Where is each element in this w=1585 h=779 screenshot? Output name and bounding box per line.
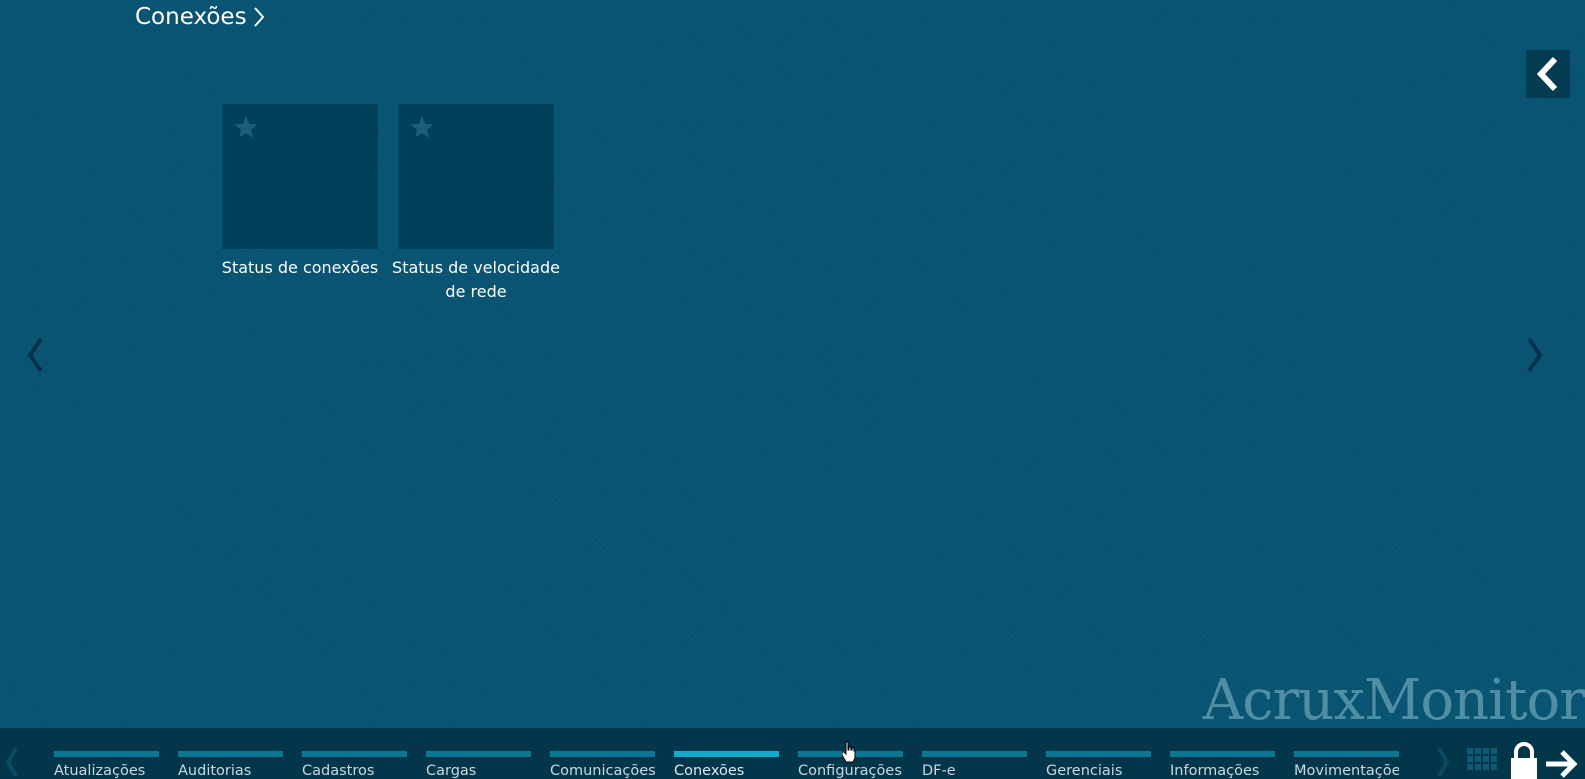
tab-gerenciais[interactable]: Gerenciais — [1046, 751, 1151, 779]
tab-indicator — [922, 751, 1027, 757]
tab-label: DF-e — [922, 763, 956, 779]
tab-indicator — [54, 751, 159, 757]
tab-label: Gerenciais — [1046, 763, 1123, 779]
tile-label: Status de conexões — [221, 258, 379, 277]
tab-cadastros[interactable]: Cadastros — [302, 751, 407, 779]
tab-label: Cargas — [426, 763, 477, 779]
tab-indicator — [302, 751, 407, 757]
tab-indicator — [1046, 751, 1151, 757]
collapse-panel-button[interactable] — [1526, 50, 1570, 98]
tab-informacoes[interactable]: Informações — [1170, 751, 1275, 779]
tab-df-e[interactable]: DF-e — [922, 751, 1027, 779]
tab-label: Informações — [1170, 763, 1260, 779]
tab-indicator — [550, 751, 655, 757]
tab-indicator — [1170, 751, 1275, 757]
arrow-right-icon[interactable] — [1544, 750, 1578, 778]
tab-indicator — [798, 751, 903, 757]
tab-atualizacoes[interactable]: Atualizações — [54, 751, 159, 779]
tabs-scroll-left-icon[interactable] — [4, 742, 20, 779]
prev-page-icon[interactable] — [24, 335, 46, 375]
tab-conexoes[interactable]: Conexões — [674, 751, 779, 779]
lock-icon[interactable] — [1510, 742, 1538, 779]
tab-label: Comunicações — [550, 763, 655, 779]
star-icon[interactable] — [409, 114, 435, 140]
bottom-nav-bar: Atualizações Auditorias Cadastros Cargas… — [0, 728, 1585, 779]
app-logo: AcruxMonitor — [1202, 668, 1585, 733]
tile-box[interactable] — [222, 104, 378, 249]
chevron-right-icon — [253, 7, 264, 27]
tab-indicator — [178, 751, 283, 757]
page-title-text: Conexões — [135, 4, 247, 30]
tile-status-velocidade-rede[interactable]: Status de velocidade de rede — [392, 104, 560, 304]
tab-indicator — [1294, 751, 1399, 757]
tab-comunicacoes[interactable]: Comunicações — [550, 751, 655, 779]
grid-icon[interactable] — [1467, 748, 1499, 776]
tab-label: Configurações — [798, 763, 902, 779]
tab-label: Atualizações — [54, 763, 146, 779]
tab-label: Auditorias — [178, 763, 252, 779]
chevron-left-icon — [1536, 56, 1558, 92]
tabs-scroll-right-icon[interactable] — [1435, 742, 1451, 779]
star-icon[interactable] — [233, 114, 259, 140]
tab-configuracoes[interactable]: Configurações — [798, 751, 903, 779]
tab-label: Movimentações — [1294, 763, 1399, 779]
tab-label: Cadastros — [302, 763, 375, 779]
tab-auditorias[interactable]: Auditorias — [178, 751, 283, 779]
next-page-icon[interactable] — [1524, 335, 1546, 375]
tab-movimentacoes[interactable]: Movimentações — [1294, 751, 1399, 779]
tab-indicator — [674, 751, 779, 757]
tile-label: Status de velocidade de rede — [392, 258, 560, 301]
tile-status-conexoes[interactable]: Status de conexões — [222, 104, 378, 280]
tab-indicator — [426, 751, 531, 757]
tile-box[interactable] — [398, 104, 554, 249]
tab-label: Conexões — [674, 763, 745, 779]
page-title[interactable]: Conexões — [135, 4, 265, 30]
tab-cargas[interactable]: Cargas — [426, 751, 531, 779]
